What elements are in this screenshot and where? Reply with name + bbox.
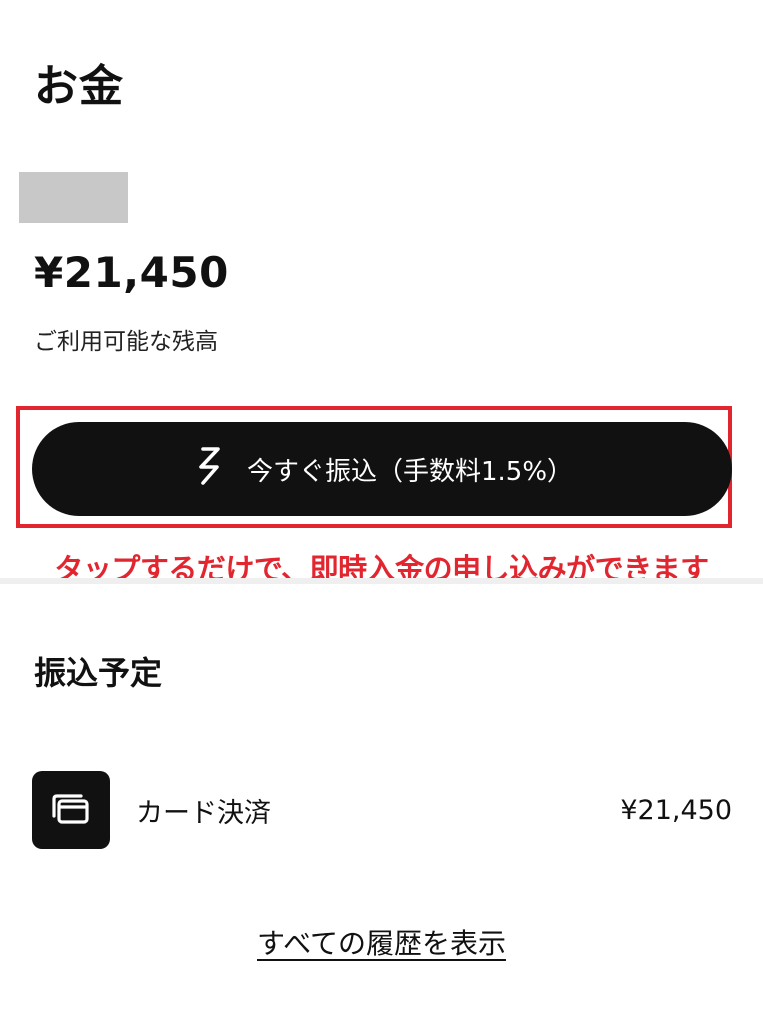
balance-label: ご利用可能な残高 — [34, 329, 218, 355]
payment-label: カード決済 — [136, 797, 271, 829]
balance-amount: ¥21,450 — [34, 248, 229, 297]
payment-amount: ¥21,450 — [620, 794, 732, 826]
lightning-icon — [191, 446, 247, 493]
section-title-scheduled: 振込予定 — [34, 654, 163, 692]
instant-transfer-button[interactable]: 今すぐ振込（手数料1.5%） — [32, 422, 732, 516]
redacted-block — [19, 172, 128, 223]
view-all-history-link[interactable]: すべての履歴を表示 — [257, 927, 506, 960]
instant-transfer-label: 今すぐ振込（手数料1.5%） — [246, 456, 574, 487]
card-icon — [32, 771, 110, 849]
list-item[interactable]: カード決済 ¥21,450 — [32, 770, 732, 850]
page-title: お金 — [34, 61, 124, 112]
section-divider — [0, 578, 763, 584]
